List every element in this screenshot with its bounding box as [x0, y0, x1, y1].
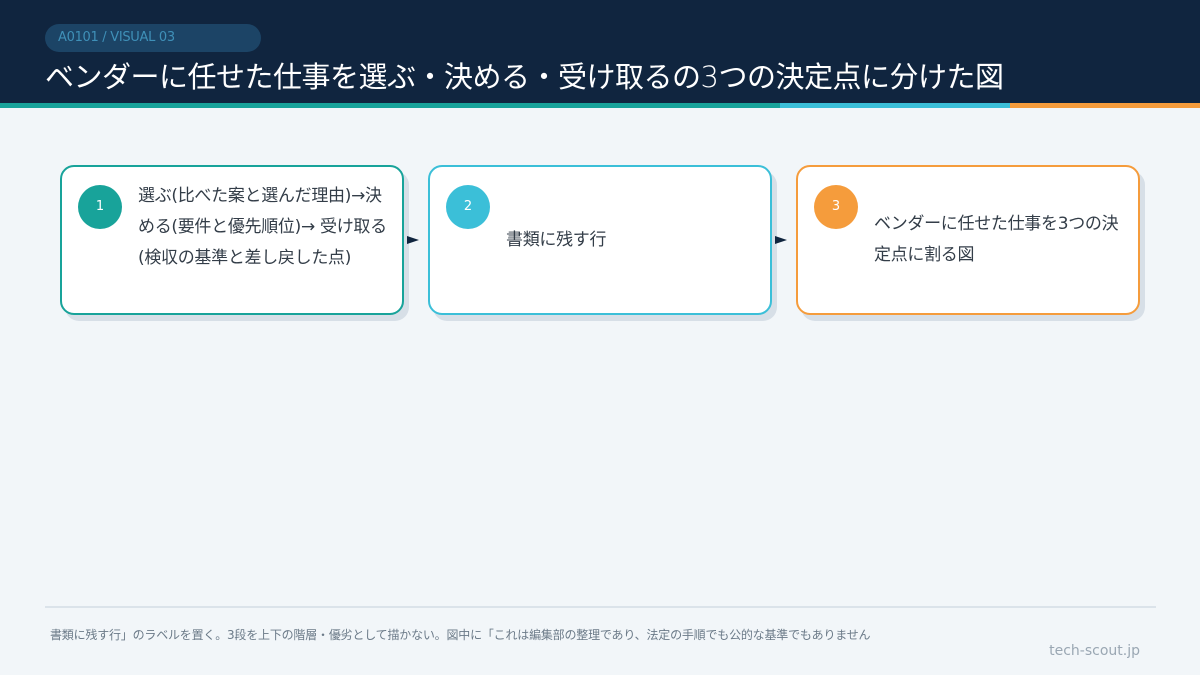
step-text: ベンダーに任せた仕事を3つの決定点に割る図: [874, 214, 1119, 265]
step-text: 書類に残す行: [506, 230, 607, 250]
step-card-3: 3 ベンダーに任せた仕事を3つの決定点に割る図: [796, 165, 1140, 315]
header: A0101 / VISUAL 03 ベンダーに任せた仕事を選ぶ・決める・受け取る…: [0, 0, 1200, 103]
step-number-badge: 3: [814, 185, 858, 229]
footer-note: 書類に残す行」のラベルを置く。3段を上下の階層・優劣として描かない。図中に「これ…: [50, 628, 871, 642]
visual-id-badge: A0101 / VISUAL 03: [45, 24, 261, 52]
arrow-connector-icon: [775, 236, 787, 244]
accent-stripe-orange: [1010, 103, 1200, 108]
accent-stripe-blue: [780, 103, 1010, 108]
step-number-badge: 1: [78, 185, 122, 229]
page-title: ベンダーに任せた仕事を選ぶ・決める・受け取るの3つの決定点に分けた図: [45, 60, 1004, 94]
site-name: tech-scout.jp: [1049, 643, 1140, 659]
step-card-2: 2 書類に残す行: [428, 165, 772, 315]
step-number-badge: 2: [446, 185, 490, 229]
arrow-connector-icon: [407, 236, 419, 244]
footer-divider: [45, 606, 1156, 608]
accent-stripe-teal: [0, 103, 780, 108]
step-card-1: 1 選ぶ(比べた案と選んだ理由)→決める(要件と優先順位)→ 受け取る(検収の基…: [60, 165, 404, 315]
step-text: 選ぶ(比べた案と選んだ理由)→決める(要件と優先順位)→ 受け取る(検収の基準と…: [138, 186, 387, 268]
